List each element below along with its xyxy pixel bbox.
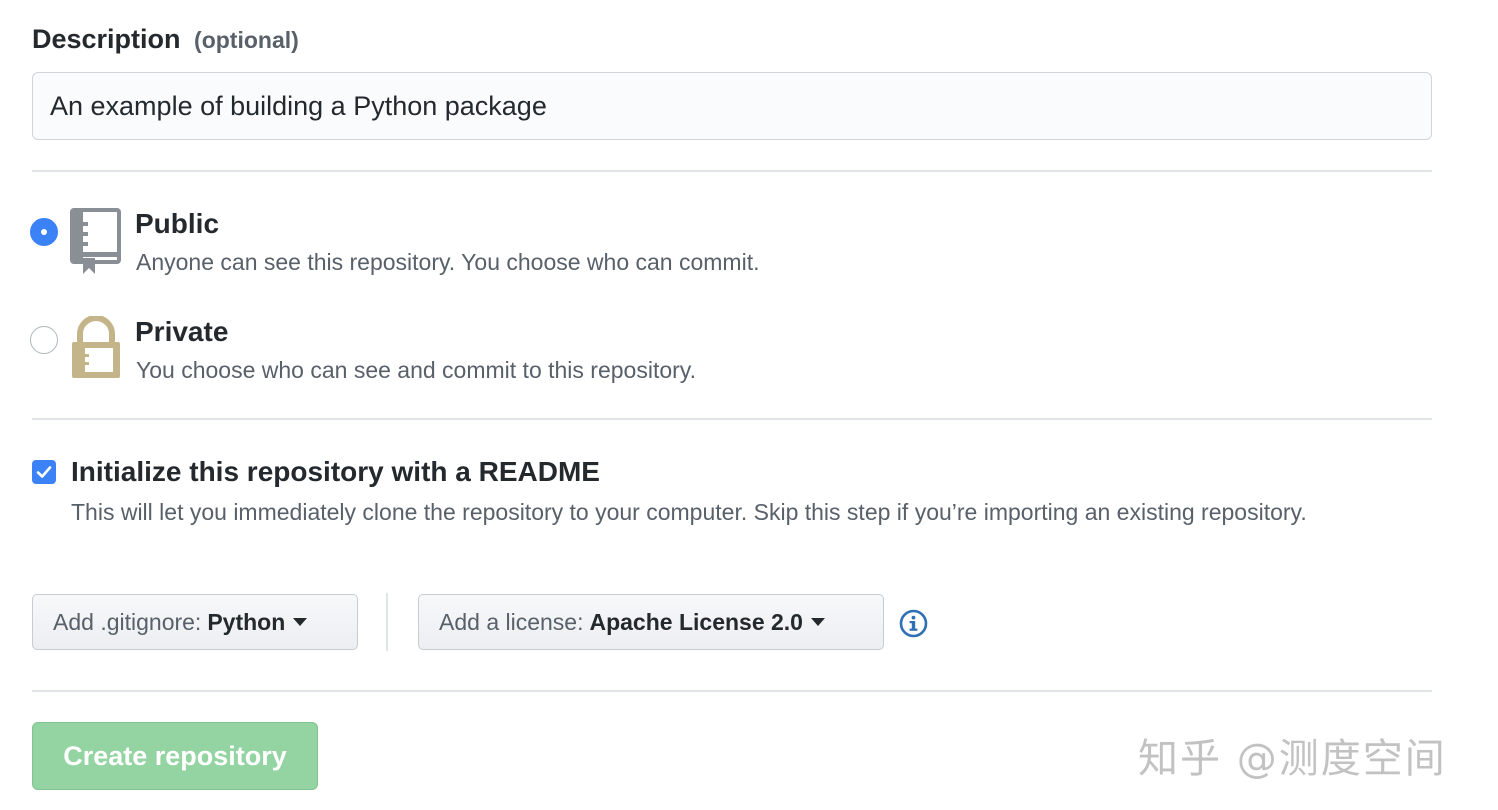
new-repository-form: Description (optional) Public Anyone can… [0,0,1498,810]
description-label-text: Description [32,24,181,54]
repo-book-icon [70,208,121,274]
gitignore-select[interactable]: Add .gitignore: Python [32,594,358,650]
checkmark-icon [36,466,52,478]
private-description: You choose who can see and commit to thi… [136,357,696,383]
license-value: Apache License 2.0 [589,608,803,635]
divider [32,690,1432,692]
license-label: Add a license: [439,608,584,635]
gitignore-label: Add .gitignore: [53,608,202,635]
gitignore-value: Python [207,608,286,635]
caret-down-icon [810,618,825,626]
description-input[interactable] [32,72,1432,140]
caret-down-icon [293,618,308,626]
readme-description: This will let you immediately clone the … [71,499,1307,525]
info-icon[interactable] [899,609,928,638]
lock-icon [72,316,120,378]
watermark: 知乎 @测度空间 [1138,736,1447,782]
private-radio[interactable] [30,326,58,354]
public-description: Anyone can see this repository. You choo… [136,249,760,275]
license-select[interactable]: Add a license: Apache License 2.0 [418,594,884,650]
readme-title: Initialize this repository with a README [71,456,600,487]
public-title: Public [135,208,220,239]
vertical-separator [386,593,388,651]
public-radio[interactable] [30,218,58,246]
divider [32,418,1432,420]
create-repository-button[interactable]: Create repository [32,722,318,790]
description-optional-hint: (optional) [194,27,299,53]
private-title: Private [135,316,229,347]
description-label: Description (optional) [32,24,299,55]
readme-checkbox[interactable] [32,460,56,484]
divider [32,170,1432,172]
